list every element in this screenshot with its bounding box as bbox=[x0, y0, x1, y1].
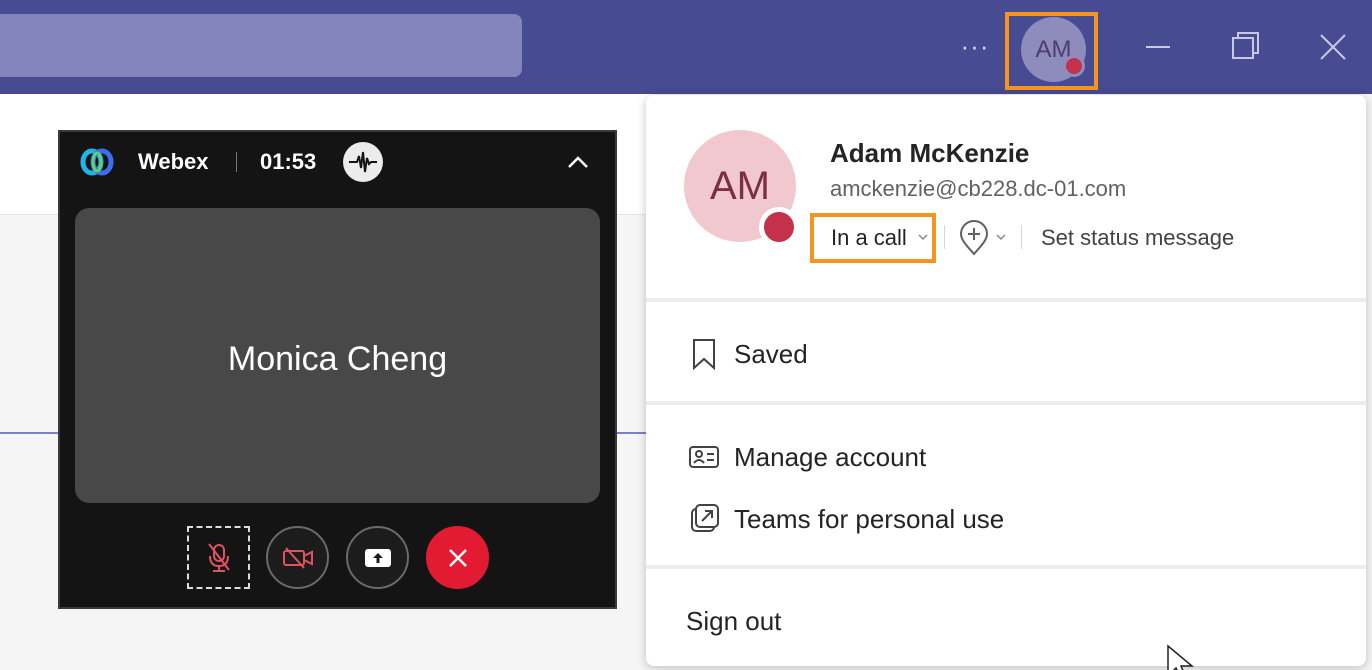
audio-wave-icon bbox=[349, 151, 377, 173]
search-box[interactable] bbox=[0, 14, 522, 77]
share-button[interactable] bbox=[346, 526, 409, 589]
bookmark-icon bbox=[693, 339, 715, 370]
share-icon bbox=[364, 548, 391, 567]
end-call-icon bbox=[448, 548, 467, 567]
status-highlight bbox=[810, 213, 936, 263]
webex-app-name: Webex bbox=[138, 149, 209, 174]
open-external-icon bbox=[691, 504, 719, 532]
stop-video-button[interactable] bbox=[266, 526, 329, 589]
webex-logo-icon bbox=[80, 148, 114, 176]
set-status-message-link[interactable]: Set status message bbox=[1041, 223, 1234, 253]
presence-status-icon bbox=[759, 207, 799, 247]
status-separator bbox=[1021, 225, 1022, 249]
sign-out-button[interactable]: Sign out bbox=[686, 604, 781, 638]
more-options-button[interactable]: ··· bbox=[955, 30, 995, 62]
minimize-button[interactable] bbox=[1133, 22, 1183, 72]
end-call-button[interactable] bbox=[426, 526, 489, 589]
restore-icon bbox=[1232, 32, 1259, 59]
restore-button[interactable] bbox=[1221, 22, 1271, 72]
panel-divider bbox=[646, 401, 1366, 405]
menu-item-manage-account[interactable]: Manage account bbox=[734, 440, 926, 474]
mute-button[interactable] bbox=[187, 526, 250, 589]
mouse-cursor-icon bbox=[1167, 644, 1195, 670]
minimize-icon bbox=[1146, 46, 1170, 48]
user-email: amckenzie@cb228.dc-01.com bbox=[830, 176, 1127, 201]
contact-card-icon bbox=[689, 446, 719, 468]
panel-divider bbox=[646, 298, 1366, 302]
video-off-icon bbox=[282, 546, 313, 569]
avatar-highlight bbox=[1005, 12, 1098, 90]
panel-divider bbox=[646, 565, 1366, 569]
location-icon[interactable] bbox=[958, 220, 990, 256]
webex-separator bbox=[236, 152, 237, 172]
audio-indicator-button[interactable] bbox=[343, 142, 383, 182]
chevron-down-icon[interactable] bbox=[996, 234, 1006, 241]
close-button[interactable] bbox=[1308, 22, 1358, 72]
mute-icon bbox=[207, 542, 230, 572]
status-separator bbox=[944, 225, 945, 249]
participant-name: Monica Cheng bbox=[227, 340, 448, 378]
close-icon bbox=[1320, 34, 1346, 60]
chevron-up-icon[interactable] bbox=[564, 150, 592, 174]
call-timer: 01:53 bbox=[260, 149, 317, 174]
menu-item-saved[interactable]: Saved bbox=[734, 337, 808, 371]
user-name: Adam McKenzie bbox=[830, 138, 1030, 168]
menu-item-teams-personal[interactable]: Teams for personal use bbox=[734, 502, 1004, 536]
